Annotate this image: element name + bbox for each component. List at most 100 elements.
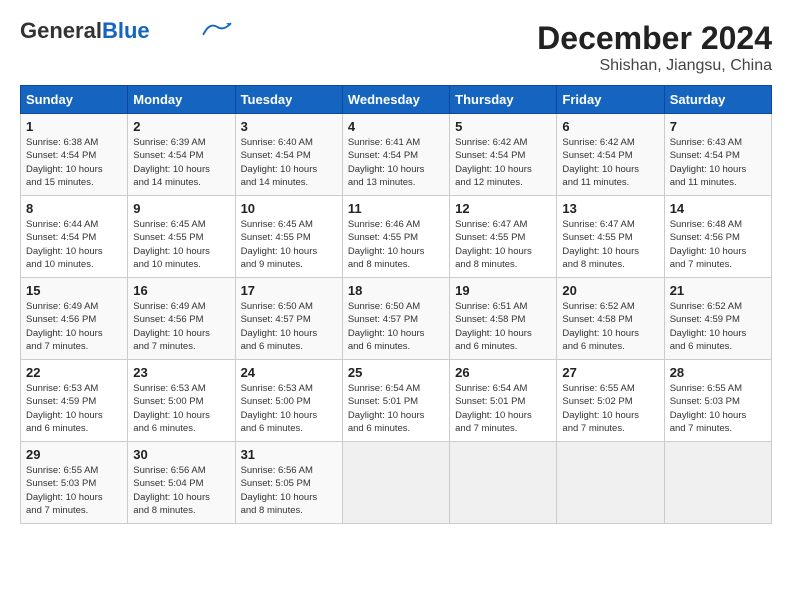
calendar-cell: 27 Sunrise: 6:55 AMSunset: 5:02 PMDaylig… — [557, 360, 664, 442]
day-number: 26 — [455, 365, 551, 380]
day-info: Sunrise: 6:52 AMSunset: 4:58 PMDaylight:… — [562, 301, 639, 352]
calendar-cell: 17 Sunrise: 6:50 AMSunset: 4:57 PMDaylig… — [235, 278, 342, 360]
day-number: 8 — [26, 201, 122, 216]
logo: GeneralBlue — [20, 20, 232, 42]
day-number: 17 — [241, 283, 337, 298]
calendar-cell: 14 Sunrise: 6:48 AMSunset: 4:56 PMDaylig… — [664, 196, 771, 278]
calendar-cell — [450, 442, 557, 524]
calendar-cell: 3 Sunrise: 6:40 AMSunset: 4:54 PMDayligh… — [235, 114, 342, 196]
day-info: Sunrise: 6:55 AMSunset: 5:03 PMDaylight:… — [670, 383, 747, 434]
day-number: 18 — [348, 283, 444, 298]
day-number: 12 — [455, 201, 551, 216]
calendar-cell: 20 Sunrise: 6:52 AMSunset: 4:58 PMDaylig… — [557, 278, 664, 360]
day-info: Sunrise: 6:42 AMSunset: 4:54 PMDaylight:… — [562, 137, 639, 188]
day-info: Sunrise: 6:45 AMSunset: 4:55 PMDaylight:… — [133, 219, 210, 270]
day-number: 27 — [562, 365, 658, 380]
day-info: Sunrise: 6:56 AMSunset: 5:05 PMDaylight:… — [241, 465, 318, 516]
day-number: 29 — [26, 447, 122, 462]
day-info: Sunrise: 6:53 AMSunset: 4:59 PMDaylight:… — [26, 383, 103, 434]
page-header: GeneralBlue December 2024 Shishan, Jiang… — [20, 20, 772, 75]
calendar-cell: 23 Sunrise: 6:53 AMSunset: 5:00 PMDaylig… — [128, 360, 235, 442]
calendar-cell: 19 Sunrise: 6:51 AMSunset: 4:58 PMDaylig… — [450, 278, 557, 360]
title-block: December 2024 Shishan, Jiangsu, China — [537, 20, 772, 75]
day-info: Sunrise: 6:40 AMSunset: 4:54 PMDaylight:… — [241, 137, 318, 188]
page-subtitle: Shishan, Jiangsu, China — [537, 57, 772, 75]
day-info: Sunrise: 6:52 AMSunset: 4:59 PMDaylight:… — [670, 301, 747, 352]
day-number: 14 — [670, 201, 766, 216]
day-info: Sunrise: 6:54 AMSunset: 5:01 PMDaylight:… — [455, 383, 532, 434]
calendar-cell: 26 Sunrise: 6:54 AMSunset: 5:01 PMDaylig… — [450, 360, 557, 442]
calendar-cell: 15 Sunrise: 6:49 AMSunset: 4:56 PMDaylig… — [21, 278, 128, 360]
day-info: Sunrise: 6:56 AMSunset: 5:04 PMDaylight:… — [133, 465, 210, 516]
day-info: Sunrise: 6:48 AMSunset: 4:56 PMDaylight:… — [670, 219, 747, 270]
day-info: Sunrise: 6:50 AMSunset: 4:57 PMDaylight:… — [348, 301, 425, 352]
calendar-cell — [342, 442, 449, 524]
day-number: 31 — [241, 447, 337, 462]
day-number: 16 — [133, 283, 229, 298]
calendar-cell: 25 Sunrise: 6:54 AMSunset: 5:01 PMDaylig… — [342, 360, 449, 442]
day-number: 28 — [670, 365, 766, 380]
day-info: Sunrise: 6:46 AMSunset: 4:55 PMDaylight:… — [348, 219, 425, 270]
page-title: December 2024 — [537, 20, 772, 57]
calendar-row: 29 Sunrise: 6:55 AMSunset: 5:03 PMDaylig… — [21, 442, 772, 524]
col-header-thursday: Thursday — [450, 86, 557, 114]
calendar-cell: 22 Sunrise: 6:53 AMSunset: 4:59 PMDaylig… — [21, 360, 128, 442]
col-header-monday: Monday — [128, 86, 235, 114]
calendar-cell: 5 Sunrise: 6:42 AMSunset: 4:54 PMDayligh… — [450, 114, 557, 196]
calendar-cell: 28 Sunrise: 6:55 AMSunset: 5:03 PMDaylig… — [664, 360, 771, 442]
calendar-cell: 4 Sunrise: 6:41 AMSunset: 4:54 PMDayligh… — [342, 114, 449, 196]
calendar-cell: 16 Sunrise: 6:49 AMSunset: 4:56 PMDaylig… — [128, 278, 235, 360]
calendar-cell: 9 Sunrise: 6:45 AMSunset: 4:55 PMDayligh… — [128, 196, 235, 278]
day-info: Sunrise: 6:41 AMSunset: 4:54 PMDaylight:… — [348, 137, 425, 188]
day-number: 25 — [348, 365, 444, 380]
logo-blue: Blue — [102, 18, 150, 43]
logo-text: GeneralBlue — [20, 20, 150, 42]
calendar-cell: 31 Sunrise: 6:56 AMSunset: 5:05 PMDaylig… — [235, 442, 342, 524]
day-info: Sunrise: 6:47 AMSunset: 4:55 PMDaylight:… — [562, 219, 639, 270]
calendar-cell: 21 Sunrise: 6:52 AMSunset: 4:59 PMDaylig… — [664, 278, 771, 360]
calendar-cell: 12 Sunrise: 6:47 AMSunset: 4:55 PMDaylig… — [450, 196, 557, 278]
day-number: 3 — [241, 119, 337, 134]
day-number: 7 — [670, 119, 766, 134]
calendar-cell — [557, 442, 664, 524]
day-number: 24 — [241, 365, 337, 380]
day-info: Sunrise: 6:42 AMSunset: 4:54 PMDaylight:… — [455, 137, 532, 188]
day-info: Sunrise: 6:54 AMSunset: 5:01 PMDaylight:… — [348, 383, 425, 434]
day-number: 22 — [26, 365, 122, 380]
col-header-friday: Friday — [557, 86, 664, 114]
day-number: 6 — [562, 119, 658, 134]
col-header-wednesday: Wednesday — [342, 86, 449, 114]
calendar-row: 1 Sunrise: 6:38 AMSunset: 4:54 PMDayligh… — [21, 114, 772, 196]
day-info: Sunrise: 6:51 AMSunset: 4:58 PMDaylight:… — [455, 301, 532, 352]
day-number: 11 — [348, 201, 444, 216]
day-number: 15 — [26, 283, 122, 298]
day-info: Sunrise: 6:55 AMSunset: 5:03 PMDaylight:… — [26, 465, 103, 516]
day-number: 19 — [455, 283, 551, 298]
day-number: 5 — [455, 119, 551, 134]
calendar-cell: 11 Sunrise: 6:46 AMSunset: 4:55 PMDaylig… — [342, 196, 449, 278]
col-header-saturday: Saturday — [664, 86, 771, 114]
day-info: Sunrise: 6:38 AMSunset: 4:54 PMDaylight:… — [26, 137, 103, 188]
day-number: 30 — [133, 447, 229, 462]
calendar-cell: 8 Sunrise: 6:44 AMSunset: 4:54 PMDayligh… — [21, 196, 128, 278]
calendar-cell: 30 Sunrise: 6:56 AMSunset: 5:04 PMDaylig… — [128, 442, 235, 524]
day-info: Sunrise: 6:50 AMSunset: 4:57 PMDaylight:… — [241, 301, 318, 352]
day-info: Sunrise: 6:39 AMSunset: 4:54 PMDaylight:… — [133, 137, 210, 188]
day-info: Sunrise: 6:47 AMSunset: 4:55 PMDaylight:… — [455, 219, 532, 270]
col-header-tuesday: Tuesday — [235, 86, 342, 114]
logo-bird-icon — [202, 20, 232, 38]
day-info: Sunrise: 6:49 AMSunset: 4:56 PMDaylight:… — [133, 301, 210, 352]
col-header-sunday: Sunday — [21, 86, 128, 114]
logo-general: General — [20, 18, 102, 43]
calendar-cell: 1 Sunrise: 6:38 AMSunset: 4:54 PMDayligh… — [21, 114, 128, 196]
day-number: 1 — [26, 119, 122, 134]
day-number: 4 — [348, 119, 444, 134]
calendar-cell: 6 Sunrise: 6:42 AMSunset: 4:54 PMDayligh… — [557, 114, 664, 196]
calendar-cell: 7 Sunrise: 6:43 AMSunset: 4:54 PMDayligh… — [664, 114, 771, 196]
day-info: Sunrise: 6:45 AMSunset: 4:55 PMDaylight:… — [241, 219, 318, 270]
day-number: 10 — [241, 201, 337, 216]
calendar-cell: 13 Sunrise: 6:47 AMSunset: 4:55 PMDaylig… — [557, 196, 664, 278]
day-number: 9 — [133, 201, 229, 216]
calendar-row: 8 Sunrise: 6:44 AMSunset: 4:54 PMDayligh… — [21, 196, 772, 278]
calendar-row: 15 Sunrise: 6:49 AMSunset: 4:56 PMDaylig… — [21, 278, 772, 360]
